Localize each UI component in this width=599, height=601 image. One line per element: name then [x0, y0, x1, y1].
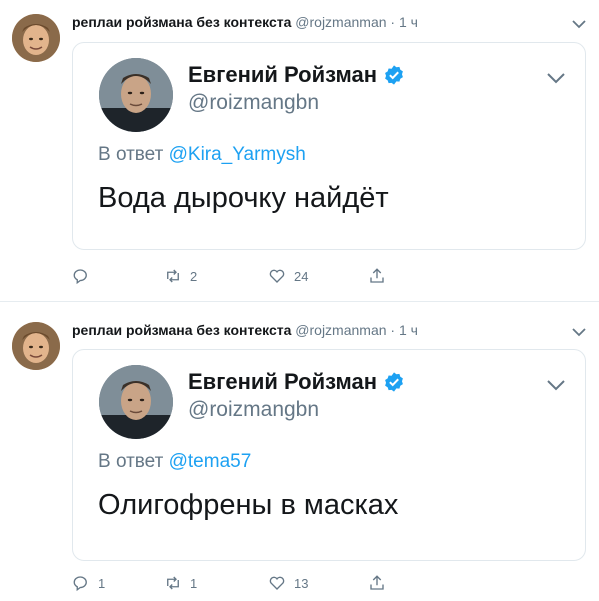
quoted-author-name[interactable]: Евгений Ройзман [188, 61, 405, 89]
chevron-down-icon[interactable] [543, 372, 569, 398]
reply-icon [73, 269, 87, 285]
reply-context: В ответ @tema57 [98, 450, 251, 474]
reply-count: 1 [98, 575, 106, 591]
reply-icon [73, 576, 87, 592]
author-name[interactable]: реплаи ройзмана без контекста [72, 322, 291, 338]
retweet-button[interactable]: 2 [164, 266, 197, 286]
share-button[interactable] [368, 573, 386, 593]
quoted-author-name-text: Евгений Ройзман [188, 369, 378, 394]
like-icon [269, 269, 285, 283]
like-count: 13 [294, 575, 309, 591]
like-count: 24 [294, 268, 309, 284]
quoted-author-handle[interactable]: @roizmangbn [188, 89, 319, 117]
avatar[interactable] [99, 58, 173, 132]
avatar[interactable] [99, 365, 173, 439]
verified-badge-icon [385, 372, 403, 392]
author-handle[interactable]: @rojzmanman [295, 322, 386, 338]
tweet[interactable]: реплаи ройзмана без контекста @rojzmanma… [0, 0, 599, 302]
separator-dot: · [390, 322, 396, 338]
author-handle[interactable]: @rojzmanman [295, 14, 386, 30]
author-name[interactable]: реплаи ройзмана без контекста [72, 14, 291, 30]
quoted-tweet-card[interactable]: Евгений Ройзман @roizmangbn В ответ @tem… [72, 349, 586, 561]
quoted-tweet-card[interactable]: Евгений Ройзман @roizmangbn В ответ @Kir… [72, 42, 586, 250]
chevron-down-icon[interactable] [569, 322, 589, 342]
avatar[interactable] [12, 322, 60, 370]
like-icon [269, 576, 285, 590]
reply-mention-link[interactable]: @Kira_Yarmysh [169, 144, 306, 165]
like-button[interactable]: 24 [268, 266, 308, 286]
tweet-header: реплаи ройзмана без контекста @rojzmanma… [72, 12, 418, 32]
tweet-actions: 2 24 [72, 266, 492, 290]
tweet[interactable]: реплаи ройзмана без контекста @rojzmanma… [0, 302, 599, 601]
quoted-author-name[interactable]: Евгений Ройзман [188, 368, 405, 396]
retweet-icon [167, 576, 179, 590]
share-icon [370, 575, 384, 590]
reply-prefix: В ответ [98, 144, 164, 165]
quoted-author-name-text: Евгений Ройзман [188, 62, 378, 87]
avatar[interactable] [12, 14, 60, 62]
tweet-text: Вода дырочку найдёт [98, 182, 389, 214]
reply-mention-link[interactable]: @tema57 [169, 451, 252, 472]
share-button[interactable] [368, 266, 386, 286]
timestamp[interactable]: 1 ч [399, 322, 418, 338]
retweet-button[interactable]: 1 [164, 573, 197, 593]
tweet-header: реплаи ройзмана без контекста @rojzmanma… [72, 320, 418, 340]
verified-badge-icon [385, 65, 403, 85]
retweet-icon [167, 269, 179, 283]
tweet-text: Олигофрены в масках [98, 489, 399, 521]
reply-prefix: В ответ [98, 451, 164, 472]
chevron-down-icon[interactable] [569, 14, 589, 34]
retweet-count: 2 [190, 268, 198, 284]
chevron-down-icon[interactable] [543, 65, 569, 91]
reply-button[interactable] [72, 266, 98, 286]
timestamp[interactable]: 1 ч [399, 14, 418, 30]
reply-context: В ответ @Kira_Yarmysh [98, 143, 306, 167]
share-icon [370, 268, 384, 283]
reply-button[interactable]: 1 [72, 573, 105, 593]
separator-dot: · [390, 14, 396, 30]
tweet-actions: 1 1 13 [72, 573, 492, 597]
like-button[interactable]: 13 [268, 573, 308, 593]
retweet-count: 1 [190, 575, 198, 591]
quoted-author-handle[interactable]: @roizmangbn [188, 396, 319, 424]
